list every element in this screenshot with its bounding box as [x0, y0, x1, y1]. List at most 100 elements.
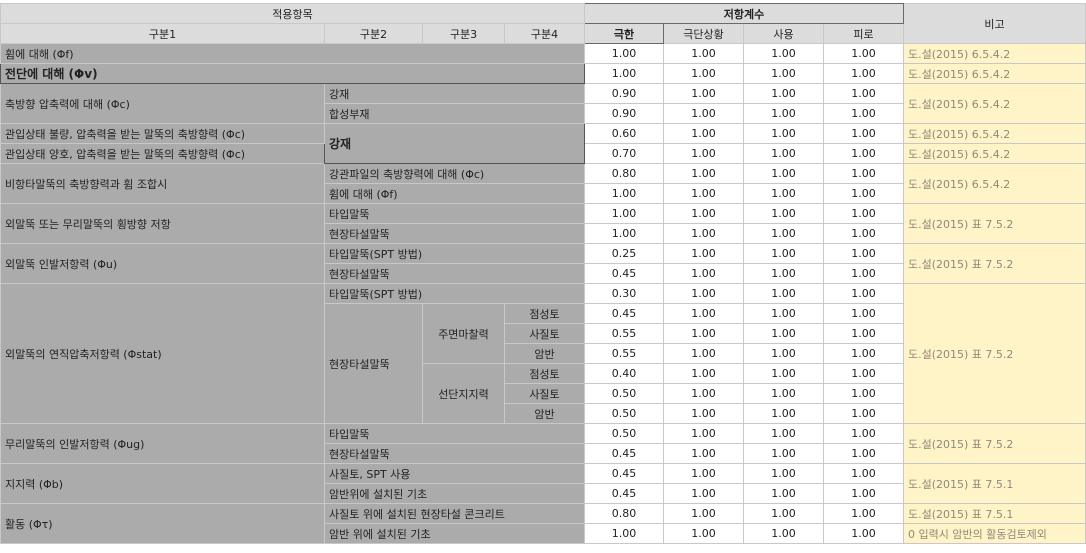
value-extreme[interactable]: 1.00: [663, 523, 744, 544]
value-extreme[interactable]: 1.00: [663, 343, 744, 364]
value-limit[interactable]: 0.45: [584, 483, 664, 504]
value-fatigue[interactable]: 1.00: [823, 223, 904, 244]
value-extreme[interactable]: 1.00: [663, 403, 744, 424]
value-extreme[interactable]: 1.00: [663, 283, 744, 304]
value-extreme[interactable]: 1.00: [663, 303, 744, 324]
value-extreme[interactable]: 1.00: [663, 183, 744, 204]
value-fatigue[interactable]: 1.00: [823, 463, 904, 484]
value-fatigue[interactable]: 1.00: [823, 503, 904, 524]
value-fatigue[interactable]: 1.00: [823, 103, 904, 124]
value-extreme[interactable]: 1.00: [663, 503, 744, 524]
value-extreme[interactable]: 1.00: [663, 143, 744, 164]
value-limit[interactable]: 0.50: [584, 403, 664, 424]
value-extreme[interactable]: 1.00: [663, 423, 744, 444]
value-limit[interactable]: 0.45: [584, 303, 664, 324]
value-fatigue[interactable]: 1.00: [823, 243, 904, 264]
value-limit[interactable]: 0.45: [584, 463, 664, 484]
value-limit[interactable]: 1.00: [584, 43, 664, 64]
value-service[interactable]: 1.00: [743, 383, 824, 404]
value-service[interactable]: 1.00: [743, 43, 824, 64]
value-fatigue[interactable]: 1.00: [823, 523, 904, 544]
value-service[interactable]: 1.00: [743, 523, 824, 544]
value-extreme[interactable]: 1.00: [663, 203, 744, 224]
value-fatigue[interactable]: 1.00: [823, 63, 904, 84]
value-service[interactable]: 1.00: [743, 243, 824, 264]
value-limit[interactable]: 0.40: [584, 363, 664, 384]
value-service[interactable]: 1.00: [743, 463, 824, 484]
value-extreme[interactable]: 1.00: [663, 123, 744, 144]
value-service[interactable]: 1.00: [743, 163, 824, 184]
value-fatigue[interactable]: 1.00: [823, 323, 904, 344]
value-fatigue[interactable]: 1.00: [823, 183, 904, 204]
value-service[interactable]: 1.00: [743, 423, 824, 444]
value-limit[interactable]: 0.55: [584, 323, 664, 344]
value-fatigue[interactable]: 1.00: [823, 203, 904, 224]
value-service[interactable]: 1.00: [743, 203, 824, 224]
value-limit[interactable]: 0.50: [584, 383, 664, 404]
value-extreme[interactable]: 1.00: [663, 383, 744, 404]
value-fatigue[interactable]: 1.00: [823, 163, 904, 184]
value-limit[interactable]: 0.70: [584, 143, 664, 164]
value-extreme[interactable]: 1.00: [663, 103, 744, 124]
value-service[interactable]: 1.00: [743, 223, 824, 244]
value-extreme[interactable]: 1.00: [663, 263, 744, 284]
value-extreme[interactable]: 1.00: [663, 63, 744, 84]
value-service[interactable]: 1.00: [743, 183, 824, 204]
value-limit[interactable]: 0.60: [584, 123, 664, 144]
value-limit[interactable]: 0.80: [584, 163, 664, 184]
cat1-cell-selected[interactable]: 전단에 대해 (Φv): [0, 63, 585, 84]
value-extreme[interactable]: 1.00: [663, 83, 744, 104]
value-service[interactable]: 1.00: [743, 443, 824, 464]
value-limit[interactable]: 0.80: [584, 503, 664, 524]
value-service[interactable]: 1.00: [743, 503, 824, 524]
value-extreme[interactable]: 1.00: [663, 483, 744, 504]
value-limit[interactable]: 0.55: [584, 343, 664, 364]
value-service[interactable]: 1.00: [743, 143, 824, 164]
value-limit[interactable]: 0.45: [584, 263, 664, 284]
value-service[interactable]: 1.00: [743, 343, 824, 364]
value-extreme[interactable]: 1.00: [663, 323, 744, 344]
value-fatigue[interactable]: 1.00: [823, 143, 904, 164]
value-service[interactable]: 1.00: [743, 103, 824, 124]
value-fatigue[interactable]: 1.00: [823, 443, 904, 464]
value-service[interactable]: 1.00: [743, 323, 824, 344]
value-extreme[interactable]: 1.00: [663, 163, 744, 184]
remark-cell[interactable]: 0 입력시 암반의 활동검토제외: [903, 523, 1086, 544]
value-fatigue[interactable]: 1.00: [823, 403, 904, 424]
value-extreme[interactable]: 1.00: [663, 243, 744, 264]
value-service[interactable]: 1.00: [743, 403, 824, 424]
value-limit[interactable]: 0.25: [584, 243, 664, 264]
value-limit[interactable]: 0.90: [584, 83, 664, 104]
value-fatigue[interactable]: 1.00: [823, 343, 904, 364]
value-service[interactable]: 1.00: [743, 363, 824, 384]
cat2-cell-selected[interactable]: 강재: [324, 123, 585, 164]
value-fatigue[interactable]: 1.00: [823, 423, 904, 444]
value-extreme[interactable]: 1.00: [663, 443, 744, 464]
value-service[interactable]: 1.00: [743, 63, 824, 84]
value-limit[interactable]: 0.45: [584, 443, 664, 464]
value-fatigue[interactable]: 1.00: [823, 83, 904, 104]
value-fatigue[interactable]: 1.00: [823, 383, 904, 404]
value-limit[interactable]: 1.00: [584, 523, 664, 544]
value-limit[interactable]: 0.90: [584, 103, 664, 124]
value-service[interactable]: 1.00: [743, 303, 824, 324]
value-limit[interactable]: 1.00: [584, 63, 664, 84]
value-extreme[interactable]: 1.00: [663, 43, 744, 64]
value-limit[interactable]: 1.00: [584, 203, 664, 224]
value-service[interactable]: 1.00: [743, 483, 824, 504]
value-extreme[interactable]: 1.00: [663, 223, 744, 244]
value-fatigue[interactable]: 1.00: [823, 43, 904, 64]
value-fatigue[interactable]: 1.00: [823, 263, 904, 284]
value-fatigue[interactable]: 1.00: [823, 123, 904, 144]
value-service[interactable]: 1.00: [743, 283, 824, 304]
value-service[interactable]: 1.00: [743, 263, 824, 284]
value-fatigue[interactable]: 1.00: [823, 483, 904, 504]
value-limit[interactable]: 1.00: [584, 223, 664, 244]
value-extreme[interactable]: 1.00: [663, 363, 744, 384]
value-limit[interactable]: 1.00: [584, 183, 664, 204]
value-fatigue[interactable]: 1.00: [823, 363, 904, 384]
value-service[interactable]: 1.00: [743, 123, 824, 144]
value-fatigue[interactable]: 1.00: [823, 283, 904, 304]
value-limit[interactable]: 0.30: [584, 283, 664, 304]
value-service[interactable]: 1.00: [743, 83, 824, 104]
